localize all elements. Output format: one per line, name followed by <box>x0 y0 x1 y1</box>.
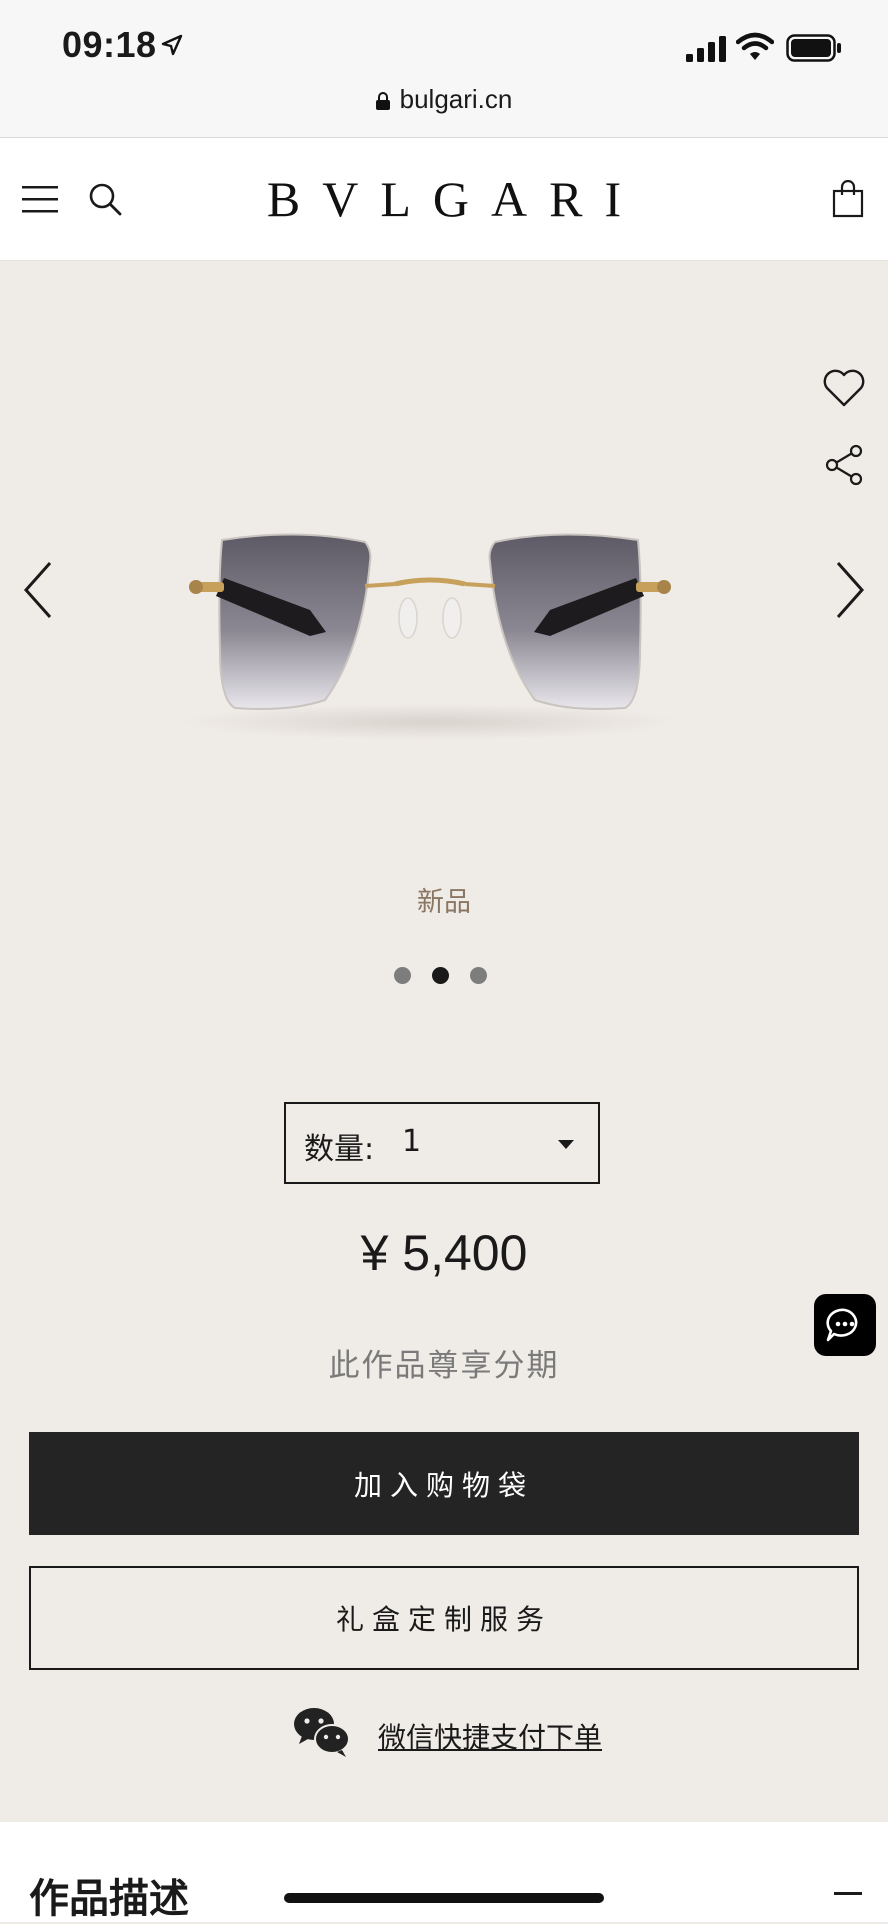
gallery-dot-active[interactable] <box>432 967 449 984</box>
quantity-select[interactable]: 数量: 1 <box>284 1102 600 1184</box>
location-arrow-icon <box>161 34 183 56</box>
shopping-bag-icon[interactable] <box>832 180 864 218</box>
chevron-right-icon[interactable] <box>834 560 866 620</box>
collapse-minus-icon[interactable] <box>834 1892 862 1895</box>
wishlist-heart-icon[interactable] <box>822 368 866 408</box>
gallery-dot[interactable] <box>470 967 487 984</box>
gallery-pagination <box>394 964 494 986</box>
share-icon[interactable] <box>824 444 864 486</box>
new-arrival-badge: 新品 <box>417 887 471 918</box>
gift-box-service-button[interactable]: 礼盒定制服务 <box>29 1566 859 1670</box>
wifi-icon <box>736 32 774 60</box>
cellular-signal-icon <box>686 36 726 62</box>
site-header: BVLGARI <box>0 138 888 261</box>
quantity-value: 1 <box>402 1124 422 1159</box>
product-description-section: 作品描述 <box>0 1822 888 1922</box>
url-bar[interactable]: bulgari.cn <box>0 84 888 115</box>
quantity-label: 数量: <box>304 1132 375 1167</box>
description-title[interactable]: 作品描述 <box>29 1866 189 1924</box>
battery-icon <box>786 34 841 62</box>
browser-status-bar: 09:18 bulgari.cn <box>0 0 888 138</box>
product-image-sunglasses <box>180 533 680 740</box>
wechat-pay-link[interactable]: 微信快捷支付下单 <box>378 1716 602 1756</box>
chevron-left-icon[interactable] <box>22 560 54 620</box>
chat-bubble-icon <box>826 1308 858 1342</box>
wechat-pay-row[interactable]: 微信快捷支付下单 <box>292 1706 622 1762</box>
installment-info[interactable]: 此作品尊享分期 <box>0 1340 888 1385</box>
add-to-bag-button[interactable]: 加入购物袋 <box>29 1432 859 1535</box>
url-text: bulgari.cn <box>399 84 513 114</box>
lock-icon <box>375 92 390 110</box>
customer-chat-button[interactable] <box>814 1294 876 1356</box>
status-time: 09:18 <box>62 24 157 65</box>
brand-logo[interactable]: BVLGARI <box>0 170 888 228</box>
wechat-icon <box>294 1708 350 1757</box>
product-price: ¥ 5,400 <box>360 1225 528 1281</box>
home-indicator <box>284 1893 604 1903</box>
gallery-dot[interactable] <box>394 967 411 984</box>
caret-down-icon <box>558 1140 574 1149</box>
